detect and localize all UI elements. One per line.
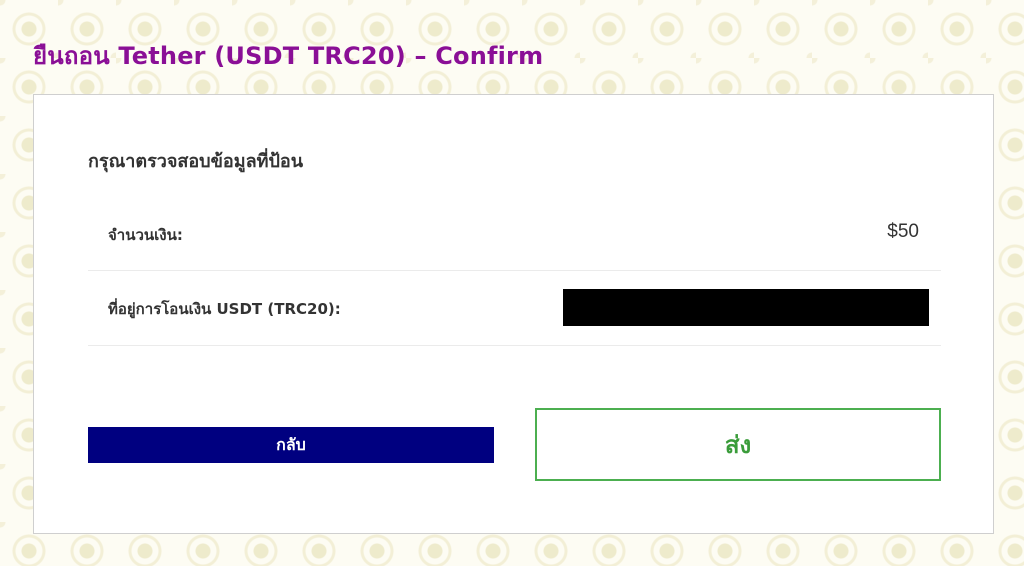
section-heading: กรุณาตรวจสอบข้อมูลที่ป้อน	[88, 151, 304, 172]
amount-row: จำนวนเงิน: $50	[88, 195, 941, 271]
address-row: ที่อยู่การโอนเงิน USDT (TRC20):	[88, 271, 941, 346]
send-button[interactable]: ส่ง	[535, 408, 941, 481]
amount-label: จำนวนเงิน:	[108, 226, 183, 244]
redacted-address-value	[563, 289, 929, 326]
page-title: ยืนถอน Tether (USDT TRC20) – Confirm	[33, 42, 544, 70]
back-button[interactable]: กลับ	[88, 427, 494, 463]
amount-value: $50	[887, 221, 919, 242]
confirm-card: กรุณาตรวจสอบข้อมูลที่ป้อน จำนวนเงิน: $50…	[33, 94, 994, 534]
address-label: ที่อยู่การโอนเงิน USDT (TRC20):	[108, 300, 341, 318]
